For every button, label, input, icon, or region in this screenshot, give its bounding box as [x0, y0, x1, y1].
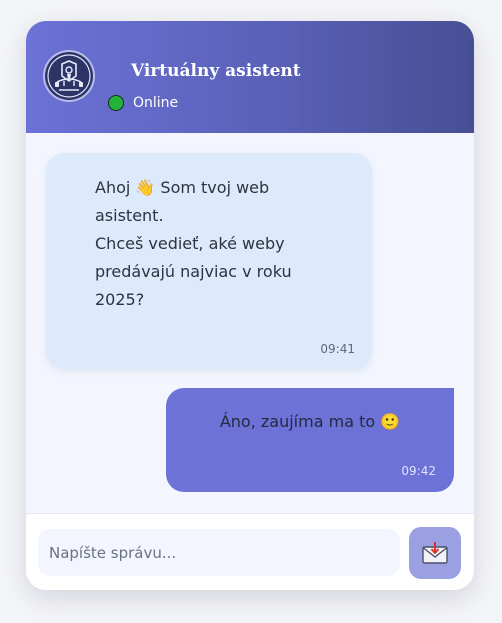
user-message-text: Áno, zaujíma ma to 🙂: [219, 412, 401, 431]
online-status-dot: [108, 95, 124, 111]
message-composer: [26, 513, 474, 590]
message-input[interactable]: [38, 529, 400, 576]
user-message-time: 09:42: [401, 464, 436, 478]
send-button[interactable]: [409, 527, 461, 579]
envelope-send-icon: [422, 542, 448, 564]
bot-message-bubble: Ahoj 👋 Som tvoj web asistent. Chceš vedi…: [46, 153, 372, 369]
online-status-label: Online: [133, 95, 179, 111]
bot-message-text: Ahoj 👋 Som tvoj web asistent. Chceš vedi…: [95, 178, 292, 309]
message-list[interactable]: Ahoj 👋 Som tvoj web asistent. Chceš vedi…: [26, 133, 474, 513]
robot-mascot-icon: [47, 54, 91, 98]
user-message-bubble: Áno, zaujíma ma to 🙂 09:42: [166, 388, 454, 492]
assistant-avatar: [45, 52, 93, 100]
chat-widget: Virtuálny asistent Online Ahoj 👋 Som tvo…: [26, 21, 474, 590]
chat-header: Virtuálny asistent Online: [26, 21, 474, 133]
bot-message-time: 09:41: [320, 342, 355, 356]
chat-title: Virtuálny asistent: [131, 61, 301, 81]
